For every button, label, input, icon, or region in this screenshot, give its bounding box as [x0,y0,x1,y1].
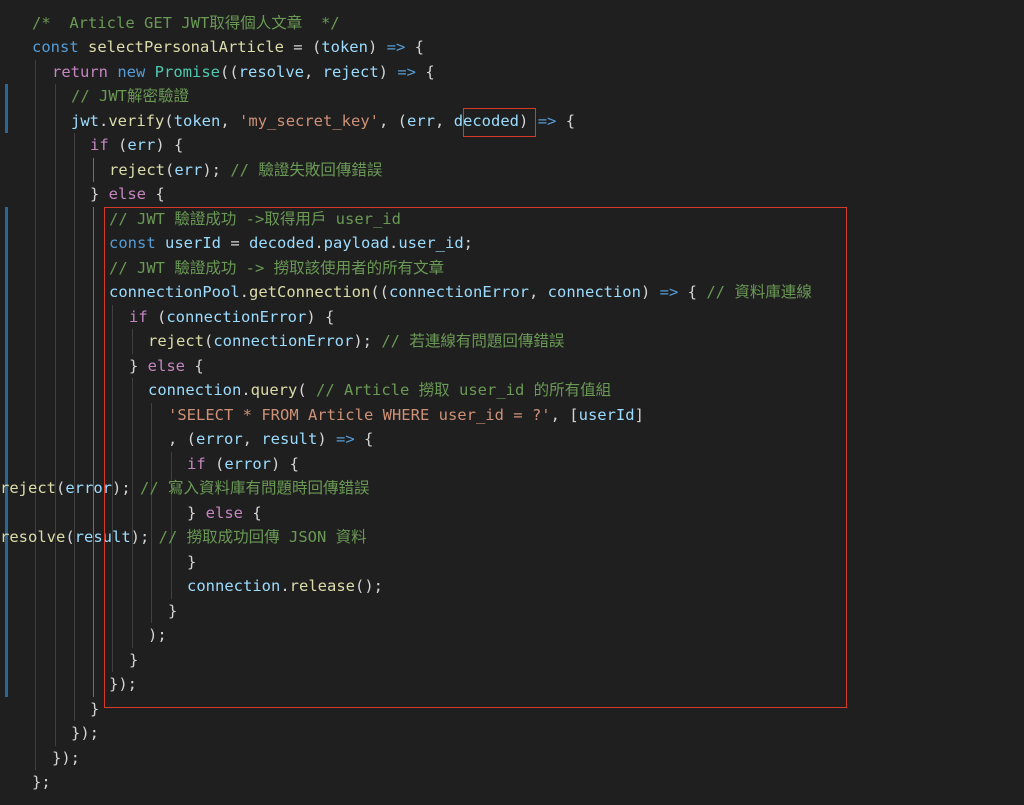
code-token: resolve [0,528,66,546]
code-token: { [405,38,424,56]
code-token: /* Article GET JWT取得個人文章 */ [32,13,340,32]
code-line: if (err) { [90,133,183,158]
code-token: . [99,111,109,130]
code-token: ); [202,160,231,179]
code-line: } else { [90,182,165,207]
highlight-box-jwt-success-block [104,207,847,708]
code-token: => [386,38,406,56]
code-token: reject [322,62,379,81]
code-token: reject [0,479,56,497]
code-token: ( [118,136,128,154]
code-token: } [90,185,109,203]
code-token: , [435,111,454,130]
code-line: }); [52,746,80,771]
code-token: { [556,111,576,130]
code-token: (( [219,62,239,81]
code-line: }); [71,721,99,746]
code-line: reject(err); // 驗證失敗回傳錯誤 [109,158,382,183]
code-token: 'my_secret_key' [239,111,380,130]
code-token: , ( [379,111,408,130]
change-marker [5,84,8,133]
code-token: selectPersonalArticle [88,38,284,56]
code-token: if [90,136,118,154]
code-token: { [416,62,435,81]
code-token: ( [165,160,175,179]
code-token: new [117,62,155,81]
code-token: reject [109,160,165,179]
indent-guide [74,133,75,721]
code-token: ) [378,62,398,81]
highlight-box-decoded [463,108,536,137]
code-token: err [407,111,436,130]
indent-guide [93,206,94,697]
code-token: }); [71,724,99,742]
code-token: token [321,38,368,56]
code-line: return new Promise((resolve, reject) => … [52,60,435,85]
code-line: // JWT解密驗證 [71,84,189,109]
code-line: }; [32,770,51,795]
code-editor[interactable]: /* Article GET JWT取得個人文章 */ const selectP… [0,0,1024,805]
change-marker [5,206,8,697]
indent-guide [55,84,56,746]
code-token: } [90,699,100,718]
code-line: const selectPersonalArticle = (token) =>… [32,35,424,60]
code-token: verify [108,111,165,130]
code-token: jwt [71,111,99,130]
code-token: => [397,62,416,81]
code-token: const [32,38,88,56]
code-token: Promise [154,62,220,81]
code-token: err [174,160,203,179]
indent-guide [93,157,94,182]
code-token: }; [32,773,51,791]
code-token: // 驗證失敗回傳錯誤 [230,160,383,179]
code-token: => [537,111,557,130]
code-token: ( [56,479,66,497]
code-token: token [173,111,221,130]
code-token: resolve [238,62,304,81]
code-token: else [108,185,146,203]
code-token: }); [52,748,80,767]
code-token: = ( [283,38,322,56]
code-token: // JWT解密驗證 [71,87,189,105]
code-token: ) [367,38,387,56]
indent-guide [35,59,36,770]
code-line: } [90,697,99,722]
code-token: ) { [155,136,184,154]
code-token: { [146,185,165,203]
code-token: ( [65,528,75,546]
code-token: , [303,62,323,81]
code-token: return [52,62,118,81]
code-line: /* Article GET JWT取得個人文章 */ [32,11,340,36]
code-token: err [127,136,156,154]
code-token: , [220,111,240,130]
code-token: ( [164,111,174,130]
